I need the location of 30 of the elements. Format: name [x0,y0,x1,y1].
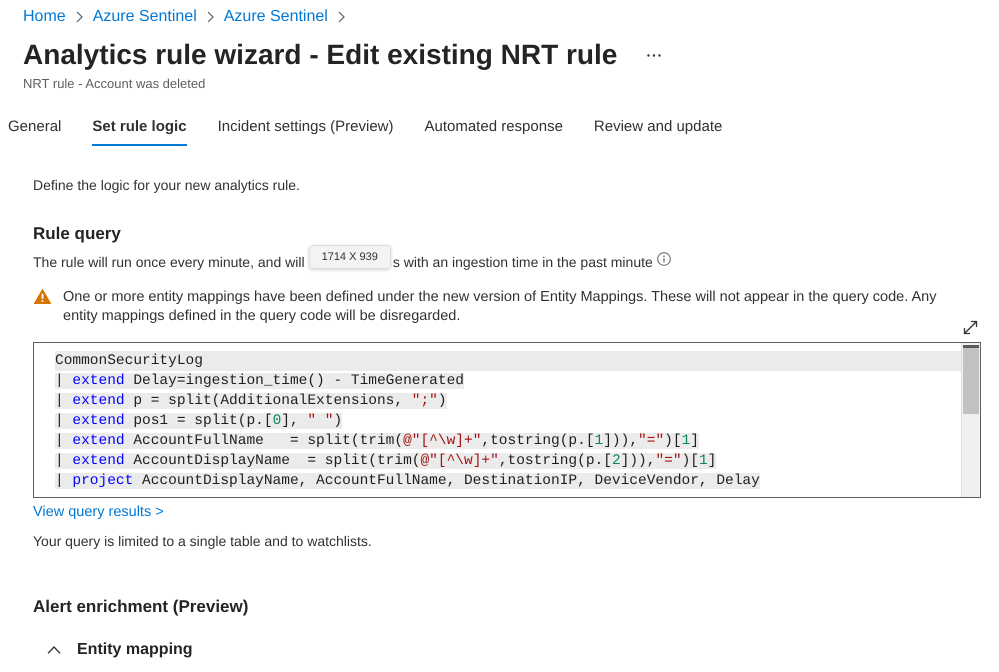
section-heading: Alert enrichment (Preview) [33,596,250,618]
info-icon[interactable] [656,252,671,266]
breadcrumb-link[interactable]: Azure Sentinel [224,8,328,26]
note-text: Your query is limited to a single table and to watchlists. [33,532,373,550]
scrollbar[interactable] [961,343,980,497]
section-heading: Rule query [33,223,122,245]
expander-button[interactable]: Entity mapping [33,641,193,659]
schedule-text: The rule will run once every minute, and will [33,254,305,270]
more-icon [647,54,662,56]
breadcrumb-link[interactable]: Azure Sentinel [92,8,197,26]
tab[interactable]: Automated response [424,112,563,146]
warning-icon [34,289,51,304]
chevron-right-icon [338,11,345,23]
chevron-right-icon [206,11,214,23]
tab[interactable]: Incident settings (Preview) [218,112,394,146]
tab[interactable]: General [8,112,62,146]
tab[interactable]: Review and update [594,112,722,146]
page-title: Analytics rule wizard - Edit existing NRT rule [23,38,618,72]
page-subtitle: NRT rule - Account was deleted [22,75,206,92]
query-editor[interactable] [33,342,981,498]
schedule-text: s with an ingestion time in the past minute [392,254,653,270]
chevron-right-icon [76,11,83,23]
expand-icon[interactable] [963,320,978,335]
size-tooltip: 1714 X 939 [308,245,391,269]
breadcrumb-link[interactable]: Home [23,8,66,26]
intro-text: Define the logic for your new analytics rule. [33,176,301,194]
tab[interactable]: Set rule logic [92,112,187,146]
warning-text: One or more entity mappings have been defined under the new version of Entity Mappings. These will not appear in the query code. Any entity mappings defined in the query code will be disregarded. [63,288,938,326]
view-results-link[interactable]: View query results > [33,502,164,522]
scrollbar-thumb[interactable] [963,345,979,414]
